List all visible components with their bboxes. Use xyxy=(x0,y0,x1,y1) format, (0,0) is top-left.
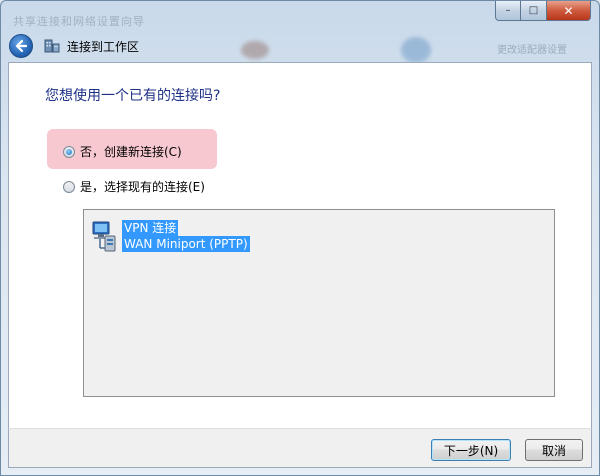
vpn-connection-icon xyxy=(90,220,118,254)
close-button[interactable]: ✕ xyxy=(547,1,591,21)
list-item[interactable]: VPN 连接 WAN Miniport (PPTP) xyxy=(90,220,250,254)
existing-connections-list[interactable]: VPN 连接 WAN Miniport (PPTP) xyxy=(83,209,555,397)
maximize-button[interactable]: □ xyxy=(521,1,547,21)
workplace-network-icon xyxy=(43,37,61,55)
back-button[interactable] xyxy=(9,34,33,58)
maximize-icon: □ xyxy=(528,5,539,16)
button-bar: 下一步(N) 取消 xyxy=(8,428,592,468)
connection-name: VPN 连接 xyxy=(122,220,179,236)
background-window-title: 共享连接和网络设置向导 xyxy=(13,15,145,28)
wizard-nav: 连接到工作区 xyxy=(9,33,139,59)
window-controls: – □ ✕ xyxy=(495,1,591,21)
option-create-new-label: 否，创建新连接(C) xyxy=(80,145,182,159)
option-use-existing[interactable]: 是，选择现有的连接(E) xyxy=(63,178,205,195)
cancel-button[interactable]: 取消 xyxy=(525,439,583,461)
connection-device: WAN Miniport (PPTP) xyxy=(122,236,250,252)
page-heading: 您想使用一个已有的连接吗? xyxy=(45,88,221,104)
background-link-text: 更改适配器设置 xyxy=(497,45,567,56)
radio-create-new[interactable] xyxy=(63,145,75,158)
option-create-new[interactable]: 否，创建新连接(C) xyxy=(63,143,182,160)
radio-use-existing[interactable] xyxy=(63,180,75,193)
wizard-title: 连接到工作区 xyxy=(67,39,140,54)
back-arrow-icon xyxy=(15,39,28,53)
background-icon xyxy=(241,41,269,59)
connection-text: VPN 连接 WAN Miniport (PPTP) xyxy=(122,220,250,252)
minimize-button[interactable]: – xyxy=(495,1,521,21)
background-globe-icon xyxy=(401,37,431,63)
close-icon: ✕ xyxy=(563,3,574,18)
next-button[interactable]: 下一步(N) xyxy=(431,439,511,461)
option-use-existing-label: 是，选择现有的连接(E) xyxy=(80,180,205,194)
wizard-content: 您想使用一个已有的连接吗? 否，创建新连接(C) 是，选择现有的连接(E) VP… xyxy=(8,62,592,428)
minimize-icon: – xyxy=(505,5,511,16)
